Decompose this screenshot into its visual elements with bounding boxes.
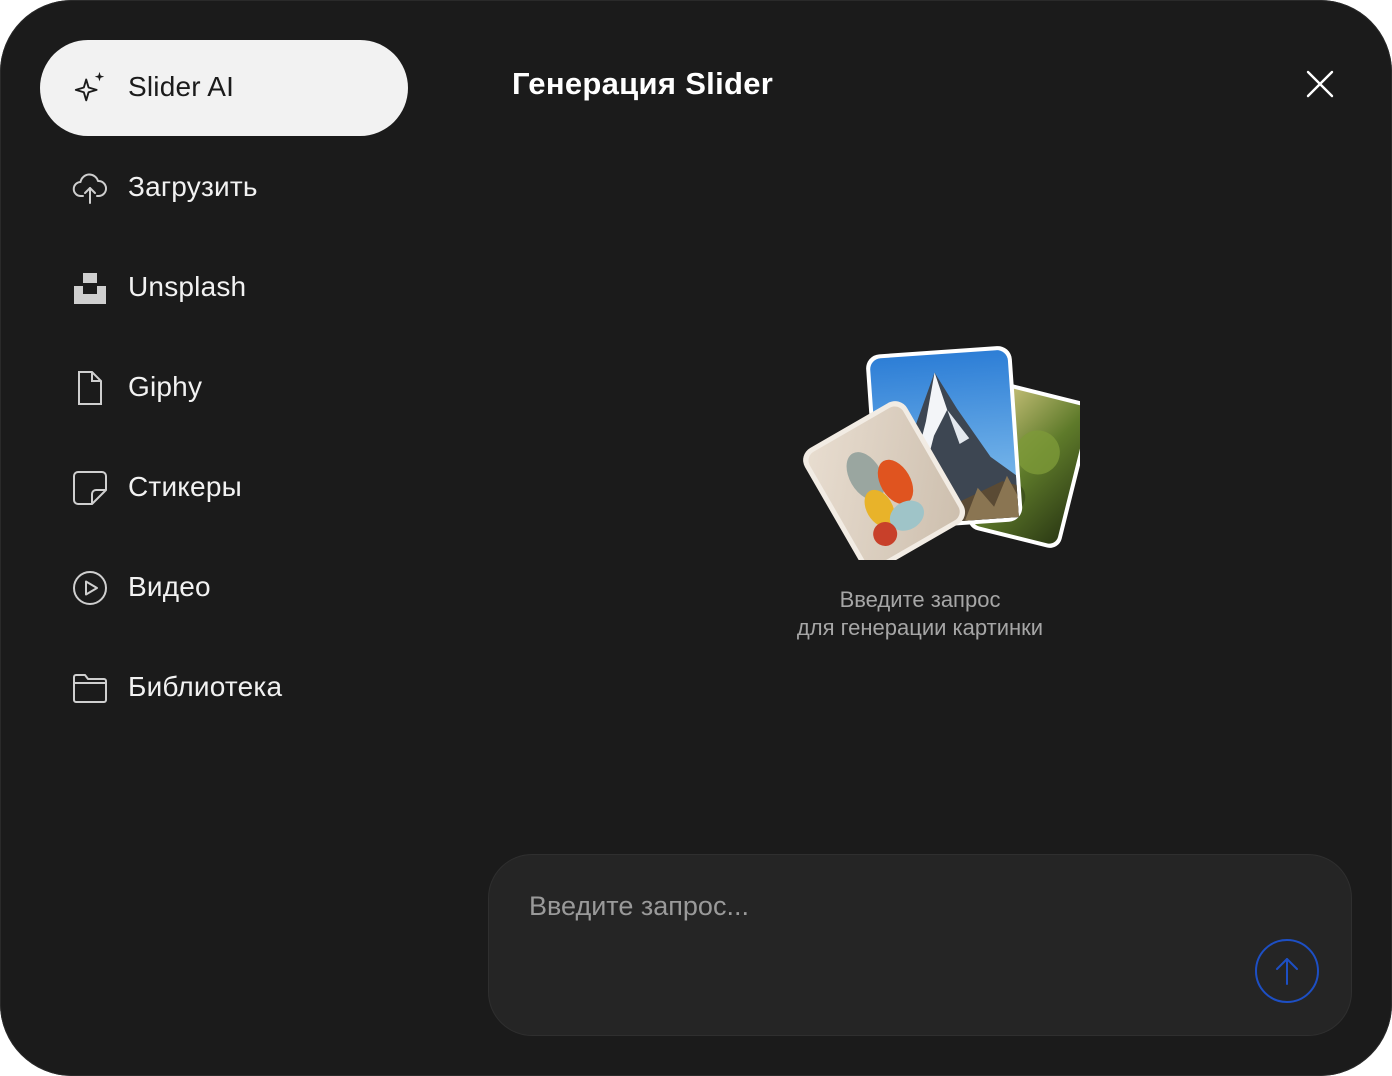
close-icon <box>1306 70 1334 98</box>
sidebar-item-slider-ai[interactable]: Slider AI <box>40 40 408 136</box>
sidebar-item-label: Slider AI <box>128 71 235 102</box>
empty-state-line-1: Введите запрос <box>839 587 1001 612</box>
sidebar-item-label: Видео <box>128 571 211 602</box>
send-button[interactable] <box>1255 939 1319 1003</box>
arrow-up-icon <box>1276 958 1298 985</box>
empty-state-text: Введите запрос для генерации картинки <box>720 586 1120 642</box>
sticker-icon <box>72 470 108 506</box>
sidebar-item-stickers[interactable]: Стикеры <box>40 440 408 536</box>
sidebar-item-label: Giphy <box>128 371 203 402</box>
sidebar-item-giphy[interactable]: Giphy <box>40 340 408 436</box>
close-button[interactable] <box>1300 64 1340 104</box>
sidebar-item-label: Загрузить <box>128 171 258 202</box>
sidebar-item-library[interactable]: Библиотека <box>40 640 408 736</box>
photo-stack-illustration <box>800 340 1093 572</box>
prompt-composer <box>488 854 1352 1036</box>
sidebar-item-label: Unsplash <box>128 271 247 302</box>
giphy-icon <box>72 370 108 406</box>
empty-state-line-2: для генерации картинки <box>796 615 1044 640</box>
sidebar: Slider AI Загрузить Unsplash Giphy Стике… <box>40 40 408 740</box>
page-title: Генерация Slider <box>512 66 774 101</box>
unsplash-icon <box>72 270 108 306</box>
sidebar-item-label: Библиотека <box>128 671 283 702</box>
folder-icon <box>72 670 108 706</box>
sidebar-item-label: Стикеры <box>128 471 242 502</box>
play-circle-icon <box>72 570 108 606</box>
sidebar-item-video[interactable]: Видео <box>40 540 408 636</box>
ai-image-dialog: Slider AI Загрузить Unsplash Giphy Стике… <box>0 0 1392 1076</box>
sparkle-icon <box>72 70 108 106</box>
sidebar-item-upload[interactable]: Загрузить <box>40 140 408 236</box>
cloud-upload-icon <box>72 170 108 206</box>
sidebar-item-unsplash[interactable]: Unsplash <box>40 240 408 336</box>
prompt-input[interactable] <box>527 885 1211 927</box>
